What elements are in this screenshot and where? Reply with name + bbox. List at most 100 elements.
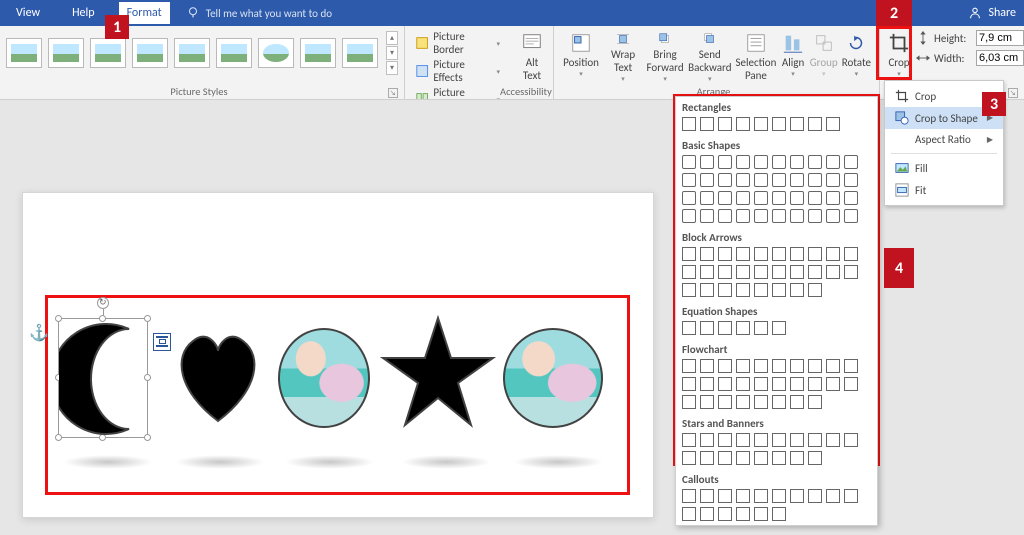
- share-button[interactable]: Share: [968, 6, 1016, 20]
- crop-menu-fill[interactable]: Fill: [885, 157, 1003, 179]
- picture-style-thumb[interactable]: [132, 38, 168, 68]
- shape-gallery-item[interactable]: [736, 507, 750, 521]
- shape-gallery-item[interactable]: [754, 173, 768, 187]
- shape-gallery-item[interactable]: [718, 377, 732, 391]
- shape-gallery-item[interactable]: [718, 173, 732, 187]
- picture-style-thumb[interactable]: [300, 38, 336, 68]
- shape-gallery-item[interactable]: [790, 191, 804, 205]
- shape-gallery-item[interactable]: [754, 191, 768, 205]
- shape-gallery-item[interactable]: [754, 377, 768, 391]
- shape-gallery-item[interactable]: [754, 507, 768, 521]
- alt-text-button[interactable]: Alt Text: [506, 30, 558, 84]
- shape-gallery-item[interactable]: [754, 433, 768, 447]
- picture-star-shape[interactable]: [378, 313, 498, 433]
- shape-gallery-item[interactable]: [808, 359, 822, 373]
- shape-gallery-item[interactable]: [700, 173, 714, 187]
- shape-gallery-item[interactable]: [754, 247, 768, 261]
- shape-gallery-item[interactable]: [736, 377, 750, 391]
- shape-gallery-item[interactable]: [844, 155, 858, 169]
- shape-gallery-item[interactable]: [772, 433, 786, 447]
- shape-gallery-item[interactable]: [718, 265, 732, 279]
- shape-gallery-item[interactable]: [808, 283, 822, 297]
- shape-gallery-item[interactable]: [700, 247, 714, 261]
- shape-gallery-item[interactable]: [718, 247, 732, 261]
- shape-gallery-item[interactable]: [682, 433, 696, 447]
- shape-gallery-item[interactable]: [754, 117, 768, 131]
- shape-gallery-item[interactable]: [736, 247, 750, 261]
- picture-layout-button[interactable]: Picture Layout▾: [415, 86, 500, 100]
- shape-gallery-item[interactable]: [754, 283, 768, 297]
- shape-gallery-item[interactable]: [736, 209, 750, 223]
- shape-gallery-item[interactable]: [844, 433, 858, 447]
- shape-gallery-item[interactable]: [826, 265, 840, 279]
- shape-gallery-item[interactable]: [808, 377, 822, 391]
- shape-gallery-item[interactable]: [682, 321, 696, 335]
- shape-gallery-item[interactable]: [772, 155, 786, 169]
- shape-gallery-item[interactable]: [826, 191, 840, 205]
- shape-gallery-item[interactable]: [718, 209, 732, 223]
- shape-gallery-item[interactable]: [700, 395, 714, 409]
- crop-menu-aspect-ratio[interactable]: Aspect Ratio ▶: [885, 129, 1003, 150]
- shape-gallery-item[interactable]: [790, 155, 804, 169]
- shape-gallery-item[interactable]: [844, 359, 858, 373]
- shape-gallery-item[interactable]: [754, 265, 768, 279]
- shape-gallery-item[interactable]: [790, 283, 804, 297]
- shape-gallery-item[interactable]: [682, 173, 696, 187]
- tell-me-search[interactable]: Tell me what you want to do: [186, 6, 332, 20]
- shape-gallery-item[interactable]: [682, 395, 696, 409]
- shape-gallery-item[interactable]: [718, 283, 732, 297]
- shape-gallery-item[interactable]: [772, 359, 786, 373]
- crop-menu-fit[interactable]: Fit: [885, 179, 1003, 201]
- shape-gallery-item[interactable]: [700, 377, 714, 391]
- shape-gallery-item[interactable]: [844, 489, 858, 503]
- group-dialog-launcher[interactable]: ↘: [388, 88, 398, 98]
- picture-heart-shape[interactable]: [168, 321, 268, 431]
- shape-gallery-item[interactable]: [700, 265, 714, 279]
- picture-style-thumb[interactable]: [342, 38, 378, 68]
- shape-gallery-item[interactable]: [682, 117, 696, 131]
- shape-gallery-item[interactable]: [826, 173, 840, 187]
- shape-gallery-item[interactable]: [682, 155, 696, 169]
- picture-effects-button[interactable]: Picture Effects▾: [415, 58, 500, 84]
- shape-gallery-item[interactable]: [826, 209, 840, 223]
- shape-gallery-item[interactable]: [700, 283, 714, 297]
- shape-gallery-item[interactable]: [682, 247, 696, 261]
- picture-style-thumb[interactable]: [174, 38, 210, 68]
- menu-help[interactable]: Help: [64, 2, 103, 24]
- bring-forward-button[interactable]: Bring Forward▾: [644, 30, 686, 85]
- shape-gallery-item[interactable]: [808, 247, 822, 261]
- shape-gallery-item[interactable]: [700, 489, 714, 503]
- shape-gallery-item[interactable]: [718, 155, 732, 169]
- wrap-text-button[interactable]: Wrap Text▾: [602, 30, 644, 85]
- shape-gallery-item[interactable]: [718, 489, 732, 503]
- shape-gallery-item[interactable]: [808, 209, 822, 223]
- shape-gallery-item[interactable]: [808, 155, 822, 169]
- shape-gallery-item[interactable]: [736, 191, 750, 205]
- shape-gallery-item[interactable]: [682, 283, 696, 297]
- shape-gallery-item[interactable]: [808, 395, 822, 409]
- shape-gallery-item[interactable]: [700, 321, 714, 335]
- rotate-button[interactable]: Rotate▾: [840, 30, 873, 85]
- picture-selection-box[interactable]: [58, 318, 148, 438]
- shape-gallery-item[interactable]: [754, 321, 768, 335]
- selection-pane-button[interactable]: Selection Pane: [733, 30, 778, 85]
- shape-gallery-item[interactable]: [754, 395, 768, 409]
- shape-gallery-item[interactable]: [718, 191, 732, 205]
- picture-style-thumb[interactable]: [216, 38, 252, 68]
- shape-gallery-item[interactable]: [682, 359, 696, 373]
- shape-gallery-item[interactable]: [772, 451, 786, 465]
- shape-gallery-item[interactable]: [700, 433, 714, 447]
- shape-gallery-item[interactable]: [736, 433, 750, 447]
- shape-gallery-item[interactable]: [682, 489, 696, 503]
- shape-gallery-item[interactable]: [700, 359, 714, 373]
- shape-gallery-item[interactable]: [808, 451, 822, 465]
- shape-gallery-item[interactable]: [790, 377, 804, 391]
- picture-style-thumb[interactable]: [258, 38, 294, 68]
- shape-gallery-item[interactable]: [736, 155, 750, 169]
- shape-gallery-item[interactable]: [736, 117, 750, 131]
- shape-gallery-item[interactable]: [772, 283, 786, 297]
- send-backward-button[interactable]: Send Backward▾: [686, 30, 733, 85]
- shape-gallery-item[interactable]: [700, 209, 714, 223]
- shape-gallery-item[interactable]: [826, 489, 840, 503]
- shape-gallery-item[interactable]: [772, 321, 786, 335]
